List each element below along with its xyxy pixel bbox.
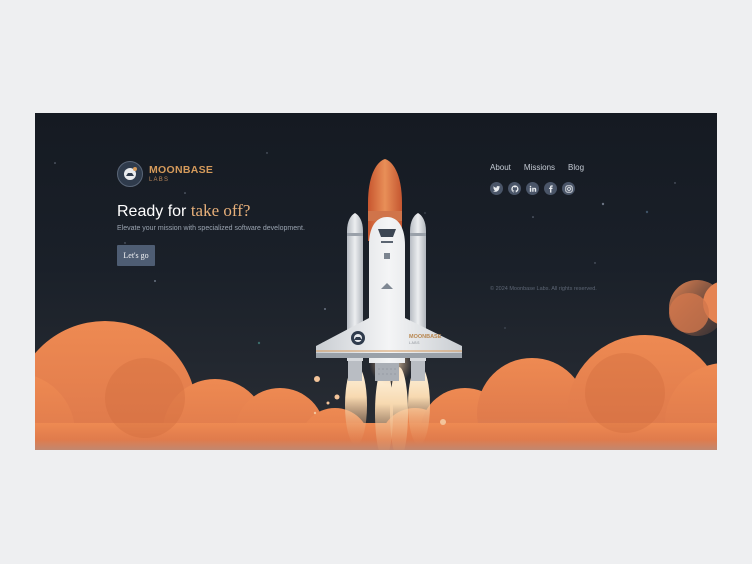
brand-subtitle: LABS — [149, 176, 170, 183]
shuttle-orbiter: MOONBASE LABS — [316, 217, 462, 381]
github-icon[interactable] — [508, 182, 521, 195]
far-clouds — [669, 280, 717, 336]
nav-item-missions[interactable]: Missions — [524, 163, 555, 172]
top-nav: About Missions Blog — [490, 163, 584, 172]
shuttle-brand-sub: LABS — [409, 341, 420, 345]
brand-name: MOONBASE — [149, 164, 214, 177]
facebook-icon[interactable] — [544, 182, 557, 195]
social-links — [490, 182, 575, 195]
nav-item-blog[interactable]: Blog — [568, 163, 584, 172]
linkedin-icon[interactable] — [526, 182, 539, 195]
headline-prefix: Ready for — [117, 203, 191, 220]
copyright-text: © 2024 Moonbase Labs. All rights reserve… — [490, 286, 597, 292]
hero-tagline: Elevate your mission with specialized so… — [117, 225, 305, 232]
instagram-icon[interactable] — [562, 182, 575, 195]
hero-banner: MOONBASE LABS MOONBASE LABS Ready for ta… — [35, 113, 717, 450]
moonbase-logo-icon — [117, 161, 143, 187]
nav-item-about[interactable]: About — [490, 163, 511, 172]
lets-go-button[interactable]: Let's go — [117, 245, 155, 266]
hero-headline: Ready for take off? — [117, 201, 250, 221]
twitter-icon[interactable] — [490, 182, 503, 195]
headline-accent: take off? — [190, 201, 251, 220]
shuttle-brand-name: MOONBASE — [409, 334, 442, 340]
brand-logo[interactable]: MOONBASE LABS — [117, 161, 213, 187]
